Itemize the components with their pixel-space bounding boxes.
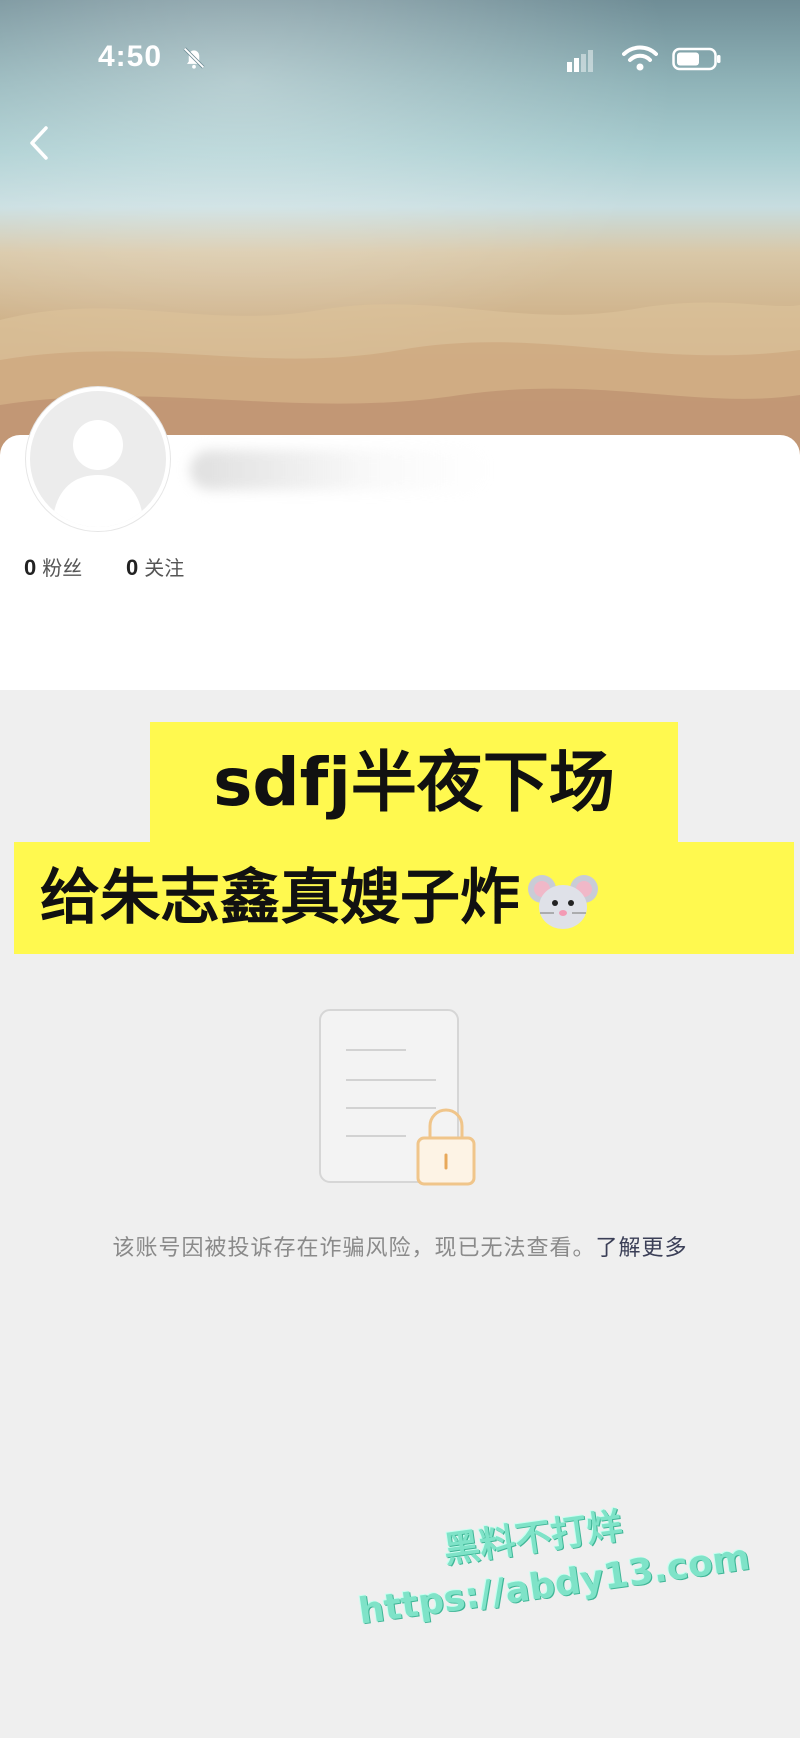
wifi-icon — [622, 45, 658, 71]
back-icon[interactable] — [18, 118, 58, 168]
status-time: 4:50 — [98, 40, 163, 73]
following-stat[interactable]: 0 关注 — [126, 552, 184, 581]
caption-line-2-text: 给朱志鑫真嫂子炸 — [40, 863, 520, 933]
blurred-username — [190, 450, 490, 490]
status-bar: 4:50 — [0, 0, 800, 120]
fans-label: 粉丝 — [42, 558, 83, 580]
account-notice: 该账号因被投诉存在诈骗风险，现已无法查看。了解更多 — [0, 1230, 800, 1262]
avatar-placeholder-icon — [52, 420, 144, 527]
bell-mute-icon — [183, 47, 205, 69]
learn-more-link[interactable]: 了解更多 — [596, 1236, 688, 1261]
avatar[interactable] — [26, 387, 170, 531]
caption-line-1-text: sdfj半夜下场 — [213, 744, 615, 821]
locked-document-icon — [319, 1009, 476, 1186]
caption-line-1: sdfj半夜下场 — [150, 722, 678, 844]
fans-count: 0 — [24, 555, 37, 580]
signal-icon — [567, 50, 593, 72]
mouse-emoji-icon — [528, 875, 598, 930]
notice-text: 该账号因被投诉存在诈骗风险，现已无法查看。 — [112, 1236, 596, 1261]
following-count: 0 — [126, 555, 139, 580]
following-label: 关注 — [144, 558, 185, 580]
battery-icon — [672, 47, 721, 71]
fans-stat[interactable]: 0 粉丝 — [24, 552, 82, 581]
caption-line-2: 给朱志鑫真嫂子炸 — [14, 842, 794, 954]
